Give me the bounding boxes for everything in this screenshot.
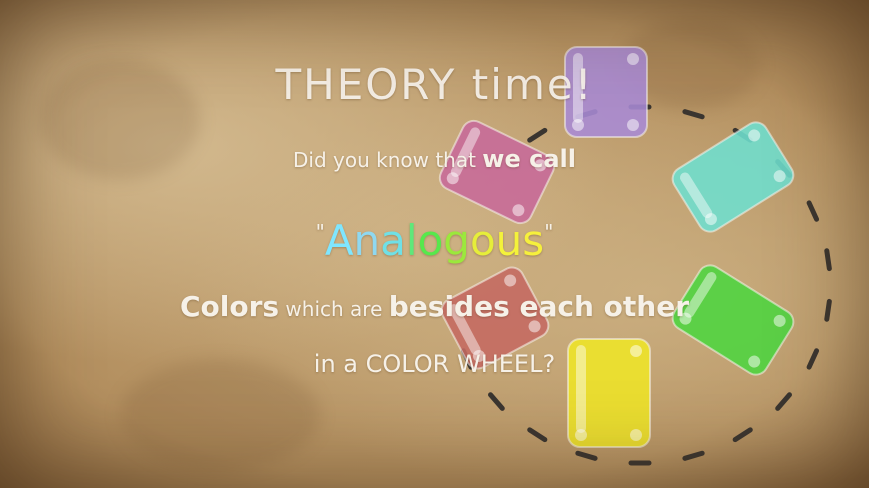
intro-line: Did you know that we call xyxy=(0,145,869,173)
wheel-dash xyxy=(682,109,705,120)
wheel-dash xyxy=(527,427,548,443)
wheel-dash xyxy=(775,392,792,411)
term-letter: o xyxy=(469,216,496,265)
slide-title: THEORY time! xyxy=(275,60,594,109)
definition-word-each-other: each other xyxy=(519,290,690,323)
wheel-dash xyxy=(488,392,505,411)
term-letter: n xyxy=(353,216,381,265)
intro-text-part2: we call xyxy=(482,145,576,173)
term-letter: A xyxy=(324,216,354,265)
open-quote: " xyxy=(315,220,325,244)
term-analogous: "Analogous" xyxy=(0,216,869,265)
term-letter: a xyxy=(380,216,406,265)
intro-text-part1: Did you know that xyxy=(293,148,483,172)
term-letter: o xyxy=(417,216,444,265)
wheel-dash xyxy=(575,450,598,461)
definition-word-colors: Colors xyxy=(179,290,280,323)
definition-line: Colors which are besides each other xyxy=(0,290,869,323)
definition-word-besides: besides xyxy=(388,290,520,323)
term-letter: s xyxy=(522,216,545,265)
question-line: in a COLOR WHEEL? xyxy=(313,350,556,378)
definition-word-which-are: which are xyxy=(279,297,389,321)
term-letter: l xyxy=(405,216,418,265)
term-letter: g xyxy=(443,216,470,265)
wheel-dash xyxy=(527,127,548,143)
term-letters: Analogous xyxy=(325,216,544,265)
wheel-dash xyxy=(732,427,753,443)
close-quote: " xyxy=(544,220,554,244)
term-letter: u xyxy=(495,216,523,265)
wheel-dash xyxy=(682,450,705,461)
slide-canvas: THEORY time! Did you know that we call "… xyxy=(0,0,869,488)
